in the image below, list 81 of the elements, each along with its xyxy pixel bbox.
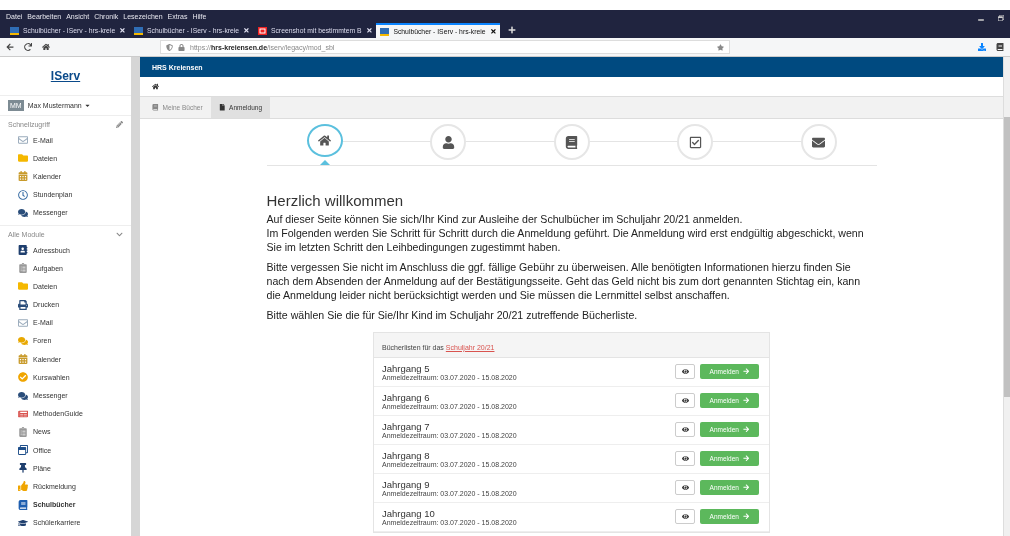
- active-step-pointer: [319, 160, 330, 165]
- clock-icon: [18, 189, 28, 200]
- download-icon[interactable]: [978, 43, 986, 51]
- home-icon[interactable]: [42, 43, 50, 51]
- mail-icon: [18, 135, 28, 146]
- arrow-right-icon: [742, 484, 750, 491]
- wizard-step[interactable]: [306, 124, 343, 157]
- home-icon: [318, 134, 331, 147]
- chat-icon: [18, 207, 28, 218]
- grade-name: Jahrgang 8: [382, 449, 430, 461]
- arrow-right-icon: [742, 426, 750, 433]
- close-icon[interactable]: [365, 27, 373, 34]
- forum-icon: [18, 335, 28, 346]
- folder-icon: [18, 153, 28, 164]
- book-icon: [18, 245, 28, 256]
- eye-icon: [681, 426, 689, 434]
- caret-icon: [83, 102, 91, 109]
- thumb-icon: [18, 481, 28, 492]
- intro-paragraph: Auf dieser Seite können Sie sich/Ihr Kind zur Ausleihe der Schulbücher im Schuljahr 20/21 anmelden. Im Folgenden werden Sie Schritt für Schritt durch die Anmeldung geführt. Die Anmeldung wird erst endgültig abgeschickt, wenn Sie im letzten Schritt den Leihbedingungen zugestimmt haben.: [266, 212, 865, 255]
- cap-icon: [18, 517, 28, 528]
- grade-name: Jahrgang 7: [382, 420, 430, 432]
- user-icon: [441, 135, 455, 149]
- arrow-right-icon: [742, 368, 750, 375]
- sidebar-scrollbar[interactable]: [131, 57, 140, 536]
- new-tab-icon[interactable]: [508, 26, 517, 34]
- site-favicon-icon: [133, 26, 143, 35]
- iserv-logo[interactable]: IServ: [0, 57, 131, 95]
- shield-icon: [166, 43, 173, 51]
- intro-paragraph: Bitte vergessen Sie nicht im Anschluss die ggf. fällige Gebühr zu überweisen. Alle benötigten Informationen hierzu finden Sie nach dem Absenden der Anmeldung auf der Bestätigungsseite. Geht das Geld nicht bis zum dort genannten Stichtag ein, kann die Anmeldung leider nicht berücksichtigt werden und Sie müssen die Lernmittel selbst anschaffen.: [266, 260, 862, 303]
- chevron-icon[interactable]: [116, 230, 123, 238]
- screenshot-favicon-icon: [257, 26, 267, 35]
- reload-icon[interactable]: [24, 43, 32, 51]
- file-icon: [218, 104, 226, 111]
- site-favicon-icon: [380, 27, 390, 36]
- bookmark-star-icon[interactable]: [717, 43, 724, 51]
- eye-icon: [681, 455, 689, 463]
- eye-icon: [681, 484, 689, 492]
- grade-name: Jahrgang 6: [382, 391, 430, 403]
- arrow-right-icon: [742, 513, 750, 520]
- books-icon: [18, 499, 28, 510]
- check-icon: [18, 372, 28, 383]
- mail-icon: [812, 135, 825, 149]
- preview-button[interactable]: [675, 509, 695, 525]
- mail-icon: [18, 317, 28, 328]
- book-icon: [565, 135, 578, 149]
- eye-icon: [681, 513, 689, 521]
- library-icon[interactable]: [996, 43, 1004, 51]
- site-favicon-icon: [10, 26, 19, 35]
- doc-icon: [18, 426, 28, 437]
- check-icon: [688, 135, 702, 149]
- arrow-right-icon: [742, 397, 750, 404]
- book-icon: [152, 104, 159, 111]
- back-icon[interactable]: [6, 43, 14, 51]
- pin-icon: [18, 463, 28, 474]
- preview-button[interactable]: [675, 364, 695, 380]
- calendar-icon: [18, 354, 28, 365]
- preview-button[interactable]: [675, 480, 695, 496]
- printer-icon: [18, 299, 28, 310]
- eye-icon: [681, 397, 689, 405]
- doc-icon: [18, 263, 28, 274]
- edit-icon[interactable]: [116, 121, 123, 128]
- calendar-icon: [18, 171, 28, 182]
- page-heading: Herzlich willkommen: [266, 192, 405, 209]
- preview-button[interactable]: [675, 451, 695, 467]
- lock-icon: [178, 43, 185, 51]
- preview-button[interactable]: [675, 393, 695, 409]
- eye-icon: [681, 368, 689, 376]
- restore-icon[interactable]: [998, 15, 1004, 21]
- folder-icon: [18, 281, 28, 292]
- arrow-right-icon: [742, 455, 750, 462]
- chat-icon: [18, 390, 28, 401]
- preview-button[interactable]: [675, 422, 695, 438]
- page-scrollbar[interactable]: [1003, 57, 1010, 536]
- grade-name: Jahrgang 10: [382, 507, 435, 519]
- grade-name: Jahrgang 5: [382, 362, 430, 374]
- intro-paragraph: Bitte wählen Sie die für Sie/Ihr Kind im Schuljahr 20/21 zutreffende Bücherliste.: [266, 308, 639, 323]
- close-icon[interactable]: [119, 27, 126, 34]
- close-icon[interactable]: [243, 27, 250, 34]
- home-icon[interactable]: [152, 83, 159, 90]
- close-icon[interactable]: [489, 28, 497, 35]
- grade-name: Jahrgang 9: [382, 478, 430, 490]
